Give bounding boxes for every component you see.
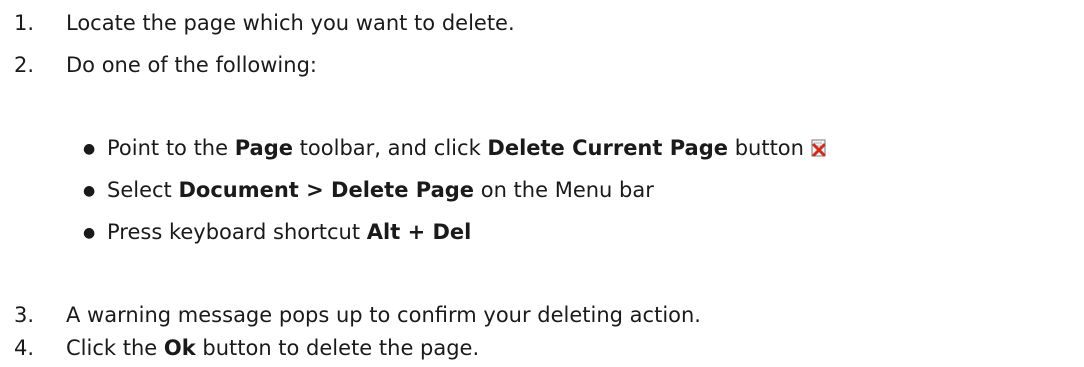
option-text: toolbar, and click	[293, 136, 488, 160]
option-text: Press keyboard shortcut	[107, 220, 367, 244]
step-text: button to delete the page.	[195, 336, 480, 360]
bullet-dot: ●	[83, 225, 96, 241]
option-shortcut: ● Press keyboard shortcut Alt + Del	[0, 218, 471, 246]
step-2: 2. Do one of the following:	[0, 51, 317, 79]
option-bold: Alt + Del	[366, 220, 472, 244]
ok-label: Ok	[163, 336, 196, 360]
bullet-dot: ●	[83, 141, 96, 157]
step-number: 1.	[14, 11, 35, 35]
option-text: button	[728, 136, 804, 160]
option-text: Point to the	[107, 136, 235, 160]
step-text: A warning message pops up to confirm you…	[66, 303, 701, 327]
option-toolbar: ● Point to the Page toolbar, and click De…	[0, 134, 828, 162]
option-bold: Document > Delete Page	[178, 178, 475, 202]
option-text: on the Menu bar	[474, 178, 654, 202]
step-text: Do one of the following:	[66, 53, 317, 77]
step-text: Click the	[66, 336, 164, 360]
delete-page-icon	[810, 136, 828, 157]
option-menu: ● Select Document > Delete Page on the Me…	[0, 176, 654, 204]
instructions-document: 1. Locate the page which you want to dele…	[0, 0, 1084, 367]
step-number: 3.	[14, 303, 35, 327]
option-bold: Delete Current Page	[487, 136, 729, 160]
step-3: 3. A warning message pops up to confirm y…	[0, 301, 701, 329]
step-text: Locate the page which you want to delete…	[66, 11, 515, 35]
step-number: 2.	[14, 53, 35, 77]
option-bold: Page	[234, 136, 293, 160]
step-1: 1. Locate the page which you want to dele…	[0, 9, 515, 37]
step-number: 4.	[14, 336, 35, 360]
option-text: Select	[107, 178, 179, 202]
step-4: 4. Click the Ok button to delete the page…	[0, 334, 479, 362]
bullet-dot: ●	[83, 183, 96, 199]
